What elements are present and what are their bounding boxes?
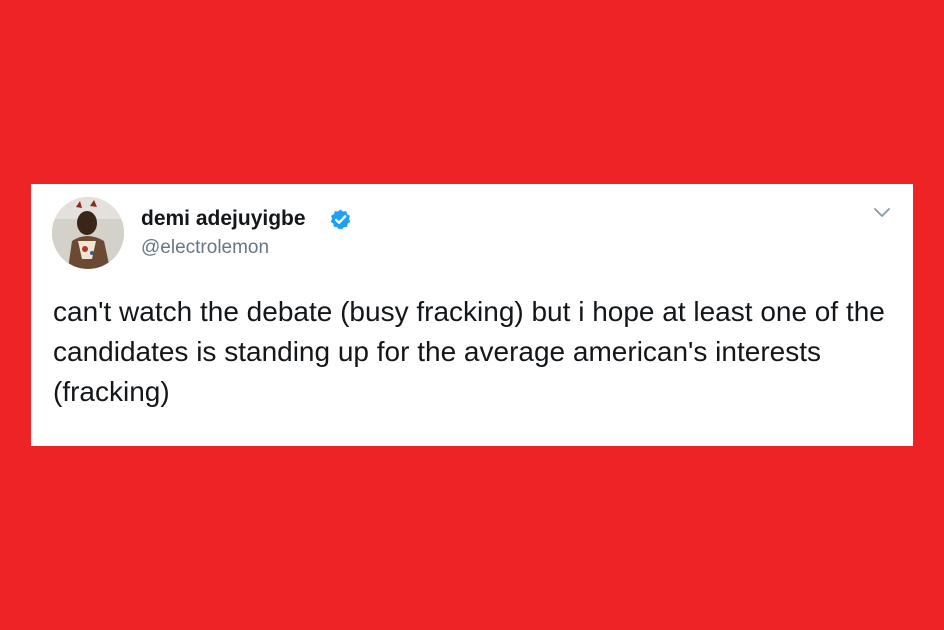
tweet-text: can't watch the debate (busy fracking) b… bbox=[53, 296, 885, 407]
avatar[interactable] bbox=[52, 197, 124, 269]
handle[interactable]: @electrolemon bbox=[141, 236, 269, 260]
display-name[interactable]: demi adejuyigbe bbox=[141, 206, 306, 232]
avatar-image bbox=[52, 197, 124, 269]
verified-badge-icon bbox=[330, 209, 351, 230]
tweet-card[interactable]: demi adejuyigbe @electrolemon can't watc… bbox=[31, 184, 913, 446]
chevron-down-icon[interactable] bbox=[873, 207, 891, 219]
